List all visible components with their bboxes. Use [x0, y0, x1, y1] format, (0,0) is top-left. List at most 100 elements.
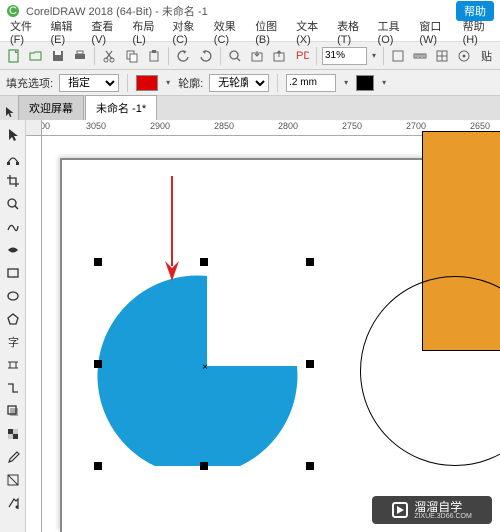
selection-handle[interactable] [94, 462, 102, 470]
outline-width-dropdown-icon[interactable]: ▾ [342, 78, 350, 87]
toolbox: 字 [0, 120, 26, 532]
help-button[interactable]: 帮助 [456, 1, 494, 21]
fill-color-swatch[interactable] [136, 75, 158, 91]
outline-color-dropdown-icon[interactable]: ▾ [380, 78, 388, 87]
polygon-tool-icon[interactable] [2, 308, 24, 330]
separator [127, 74, 128, 92]
tab-document[interactable]: 未命名 -1* [85, 95, 157, 120]
rulers-button[interactable] [411, 46, 430, 66]
selection-handle[interactable] [200, 258, 208, 266]
copy-button[interactable] [122, 46, 141, 66]
selection-handle[interactable] [306, 462, 314, 470]
ruler-tick-label: 2900 [150, 121, 170, 131]
crop-tool-icon[interactable] [2, 170, 24, 192]
play-icon [392, 502, 408, 518]
text-tool-icon[interactable]: 字 [2, 331, 24, 353]
zoom-tool-icon[interactable] [2, 193, 24, 215]
menu-edit[interactable]: 编辑(E) [44, 16, 83, 48]
watermark: 溜溜自学 ZIXUE.3D66.COM [372, 496, 492, 524]
selection-handle[interactable] [306, 360, 314, 368]
svg-text:字: 字 [8, 335, 19, 349]
menu-file[interactable]: 文件(F) [4, 16, 42, 48]
import-button[interactable] [248, 46, 267, 66]
ruler-corner [26, 120, 42, 136]
standard-toolbar: PDF ▾ 贴 [0, 42, 500, 70]
separator [383, 47, 384, 65]
snap-button[interactable] [455, 46, 474, 66]
ruler-tick-label: 3050 [86, 121, 106, 131]
fill-label: 填充选项: [6, 75, 53, 91]
outline-color-swatch[interactable] [356, 75, 374, 91]
outline-mode-select[interactable]: 无轮廓 [209, 74, 269, 92]
pick-tool-icon[interactable] [2, 124, 24, 146]
document-tabs: 欢迎屏幕 未命名 -1* [0, 96, 500, 120]
fill-color-dropdown-icon[interactable]: ▾ [164, 78, 172, 87]
ruler-vertical [26, 136, 42, 532]
publish-pdf-button[interactable]: PDF [292, 46, 311, 66]
separator [316, 47, 317, 65]
fill-tool-icon[interactable] [2, 469, 24, 491]
cut-button[interactable] [100, 46, 119, 66]
menu-tools[interactable]: 工具(O) [372, 16, 412, 48]
zoom-dropdown-icon[interactable]: ▾ [370, 51, 378, 60]
open-button[interactable] [26, 46, 45, 66]
new-button[interactable] [4, 46, 23, 66]
menu-table[interactable]: 表格(T) [331, 16, 369, 48]
menu-window[interactable]: 窗口(W) [413, 16, 454, 48]
canvas[interactable]: × [42, 136, 500, 532]
redo-button[interactable] [196, 46, 215, 66]
ruler-tick-label: 2650 [470, 121, 490, 131]
ruler-tick-label: 2700 [406, 121, 426, 131]
print-button[interactable] [70, 46, 89, 66]
ruler-tick-label: 2850 [214, 121, 234, 131]
fullscreen-button[interactable] [389, 46, 408, 66]
artistic-media-tool-icon[interactable] [2, 239, 24, 261]
selection-handle[interactable] [94, 258, 102, 266]
menu-text[interactable]: 文本(X) [290, 16, 329, 48]
export-button[interactable] [270, 46, 289, 66]
selection-handle[interactable] [306, 258, 314, 266]
selection-handle[interactable] [200, 462, 208, 470]
property-bar: 填充选项: 指定 ▾ 轮廓: 无轮廓 ▾ ▾ [0, 70, 500, 96]
save-button[interactable] [48, 46, 67, 66]
paste-button[interactable] [144, 46, 163, 66]
connector-tool-icon[interactable] [2, 377, 24, 399]
freehand-tool-icon[interactable] [2, 216, 24, 238]
separator [277, 74, 278, 92]
fill-mode-select[interactable]: 指定 [59, 74, 119, 92]
undo-button[interactable] [174, 46, 193, 66]
options-button[interactable]: 贴 [477, 46, 496, 66]
rectangle-tool-icon[interactable] [2, 262, 24, 284]
svg-text:PDF: PDF [296, 50, 309, 62]
ellipse-tool-icon[interactable] [2, 285, 24, 307]
selection-handle[interactable] [94, 360, 102, 368]
ruler-tick-label: 2800 [278, 121, 298, 131]
separator [94, 47, 95, 65]
menu-object[interactable]: 对象(C) [166, 16, 205, 48]
menu-bar: 文件(F) 编辑(E) 查看(V) 布局(L) 对象(C) 效果(C) 位图(B… [0, 22, 500, 42]
watermark-url: ZIXUE.3D66.COM [414, 513, 472, 520]
outline-width-input[interactable] [286, 74, 336, 92]
parallel-dim-tool-icon[interactable] [2, 354, 24, 376]
separator [168, 47, 169, 65]
menu-view[interactable]: 查看(V) [85, 16, 124, 48]
separator [220, 47, 221, 65]
shape-tool-icon[interactable] [2, 147, 24, 169]
drop-shadow-tool-icon[interactable] [2, 400, 24, 422]
watermark-text: 溜溜自学 [414, 501, 472, 513]
pick-tool-small-icon[interactable] [2, 104, 18, 120]
menu-bitmap[interactable]: 位图(B) [249, 16, 288, 48]
tab-welcome[interactable]: 欢迎屏幕 [18, 95, 84, 120]
outline-label: 轮廓: [178, 75, 203, 91]
selection-center-marker: × [202, 362, 208, 373]
ruler-tick-label: 2750 [342, 121, 362, 131]
menu-layout[interactable]: 布局(L) [126, 16, 164, 48]
menu-effects[interactable]: 效果(C) [208, 16, 247, 48]
transparency-tool-icon[interactable] [2, 423, 24, 445]
smart-fill-tool-icon[interactable] [2, 492, 24, 514]
search-button[interactable] [226, 46, 245, 66]
red-annotation-arrow-icon [162, 176, 182, 286]
grid-button[interactable] [433, 46, 452, 66]
zoom-input[interactable] [322, 47, 367, 65]
eyedropper-tool-icon[interactable] [2, 446, 24, 468]
